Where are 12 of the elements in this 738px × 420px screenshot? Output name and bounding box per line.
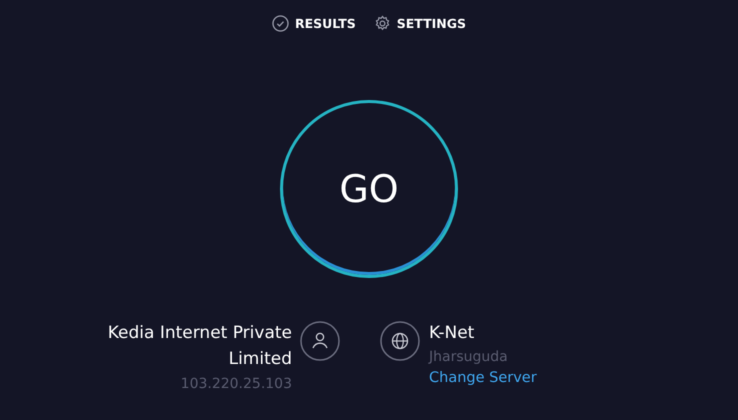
go-button[interactable]: GO [280,100,458,278]
check-circle-icon [272,14,289,32]
isp-name: Kedia Internet Private Limited [106,322,292,371]
server-name: K-Net [429,322,476,345]
user-icon [300,321,340,361]
server-location: Jharsuguda [429,349,509,365]
settings-icon [374,14,391,32]
globe-icon [380,321,420,361]
change-server-link[interactable]: Change Server [429,370,537,386]
ip-address: 103.220.25.103 [180,376,292,392]
results-link[interactable]: RESULTS [272,14,356,32]
settings-link[interactable]: SETTINGS [374,14,466,32]
